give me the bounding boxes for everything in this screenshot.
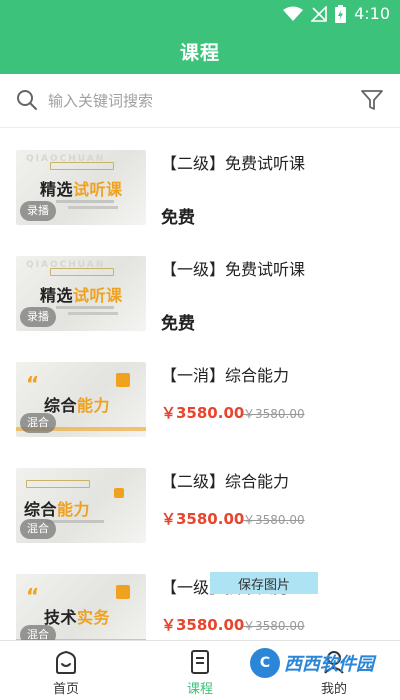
course-title: 【二级】综合能力 xyxy=(161,472,290,491)
signal-off-icon xyxy=(311,5,327,22)
course-list: QIAOCHUAN 精选试听课 录播 【二级】免费试听课 免费 QIAOCHUA… xyxy=(0,128,400,640)
status-icons: 4:10 xyxy=(283,4,390,23)
status-time: 4:10 xyxy=(354,4,390,23)
search-bar xyxy=(0,74,400,128)
thumbnail-text: 精选试听课 xyxy=(40,286,123,305)
course-item[interactable]: “ 综合能力 混合 【一消】综合能力 ￥3580.00 ￥3580.00 xyxy=(0,340,400,446)
course-item[interactable]: “ 技术实务 混合 【一级】技术实务 ￥3580.00 ￥3580.00 xyxy=(0,552,400,640)
course-icon xyxy=(191,650,209,674)
course-price: 免费 xyxy=(161,208,195,228)
course-thumbnail: “ 综合能力 混合 xyxy=(16,362,146,437)
nav-label-profile: 我的 xyxy=(320,682,347,697)
thumbnail-text: 技术实务 xyxy=(44,608,111,627)
course-original-price: ￥3580.00 xyxy=(243,407,305,421)
course-item[interactable]: QIAOCHUAN 精选试听课 录播 【二级】免费试听课 免费 xyxy=(0,128,400,234)
course-price: 免费 xyxy=(161,314,195,334)
nav-item-courses[interactable]: 课程 xyxy=(150,641,250,700)
course-thumbnail: “ 技术实务 混合 xyxy=(16,574,146,640)
course-title: 【二级】免费试听课 xyxy=(161,154,306,173)
course-title: 【一消】综合能力 xyxy=(161,366,290,385)
course-price: ￥3580.00 xyxy=(161,510,245,528)
course-original-price: ￥3580.00 xyxy=(243,619,305,633)
battery-charging-icon xyxy=(335,4,347,23)
save-image-label: 保存图片 xyxy=(237,577,290,593)
course-title: 【一级】免费试听课 xyxy=(161,260,306,279)
watermark-icon: C xyxy=(250,648,280,678)
search-icon[interactable] xyxy=(16,89,38,111)
course-type-tag: 混合 xyxy=(20,519,56,539)
title-bar: 课程 xyxy=(0,28,400,74)
course-item[interactable]: QIAOCHUAN 精选试听课 录播 【一级】免费试听课 免费 xyxy=(0,234,400,340)
save-image-popup[interactable]: 保存图片 xyxy=(210,572,318,594)
course-thumbnail: QIAOCHUAN 精选试听课 录播 xyxy=(16,150,146,225)
home-icon xyxy=(56,650,76,674)
course-type-tag: 混合 xyxy=(20,413,56,433)
thumbnail-text: 综合能力 xyxy=(24,500,91,519)
course-type-tag: 录播 xyxy=(20,307,56,327)
course-original-price: ￥3580.00 xyxy=(243,513,305,527)
nav-label-home: 首页 xyxy=(52,682,79,697)
course-item[interactable]: 综合能力 混合 【二级】综合能力 ￥3580.00 ￥3580.00 xyxy=(0,446,400,552)
page-title: 课程 xyxy=(179,41,220,64)
course-type-tag: 混合 xyxy=(20,625,56,640)
course-thumbnail: QIAOCHUAN 精选试听课 录播 xyxy=(16,256,146,331)
nav-item-home[interactable]: 首页 xyxy=(16,641,116,700)
nav-label-courses: 课程 xyxy=(186,682,213,697)
search-input[interactable] xyxy=(48,86,338,116)
wifi-icon xyxy=(283,6,304,21)
thumbnail-text: 精选试听课 xyxy=(40,180,123,199)
course-type-tag: 录播 xyxy=(20,201,56,221)
course-price: ￥3580.00 xyxy=(161,404,245,422)
watermark-logo: C 西西软件园 xyxy=(250,648,374,678)
filter-icon[interactable] xyxy=(360,88,384,112)
status-bar: 4:10 xyxy=(0,0,400,28)
course-price: ￥3580.00 xyxy=(161,616,245,634)
watermark-text: 西西软件园 xyxy=(284,654,374,675)
course-thumbnail: 综合能力 混合 xyxy=(16,468,146,543)
thumbnail-text: 综合能力 xyxy=(44,396,111,415)
